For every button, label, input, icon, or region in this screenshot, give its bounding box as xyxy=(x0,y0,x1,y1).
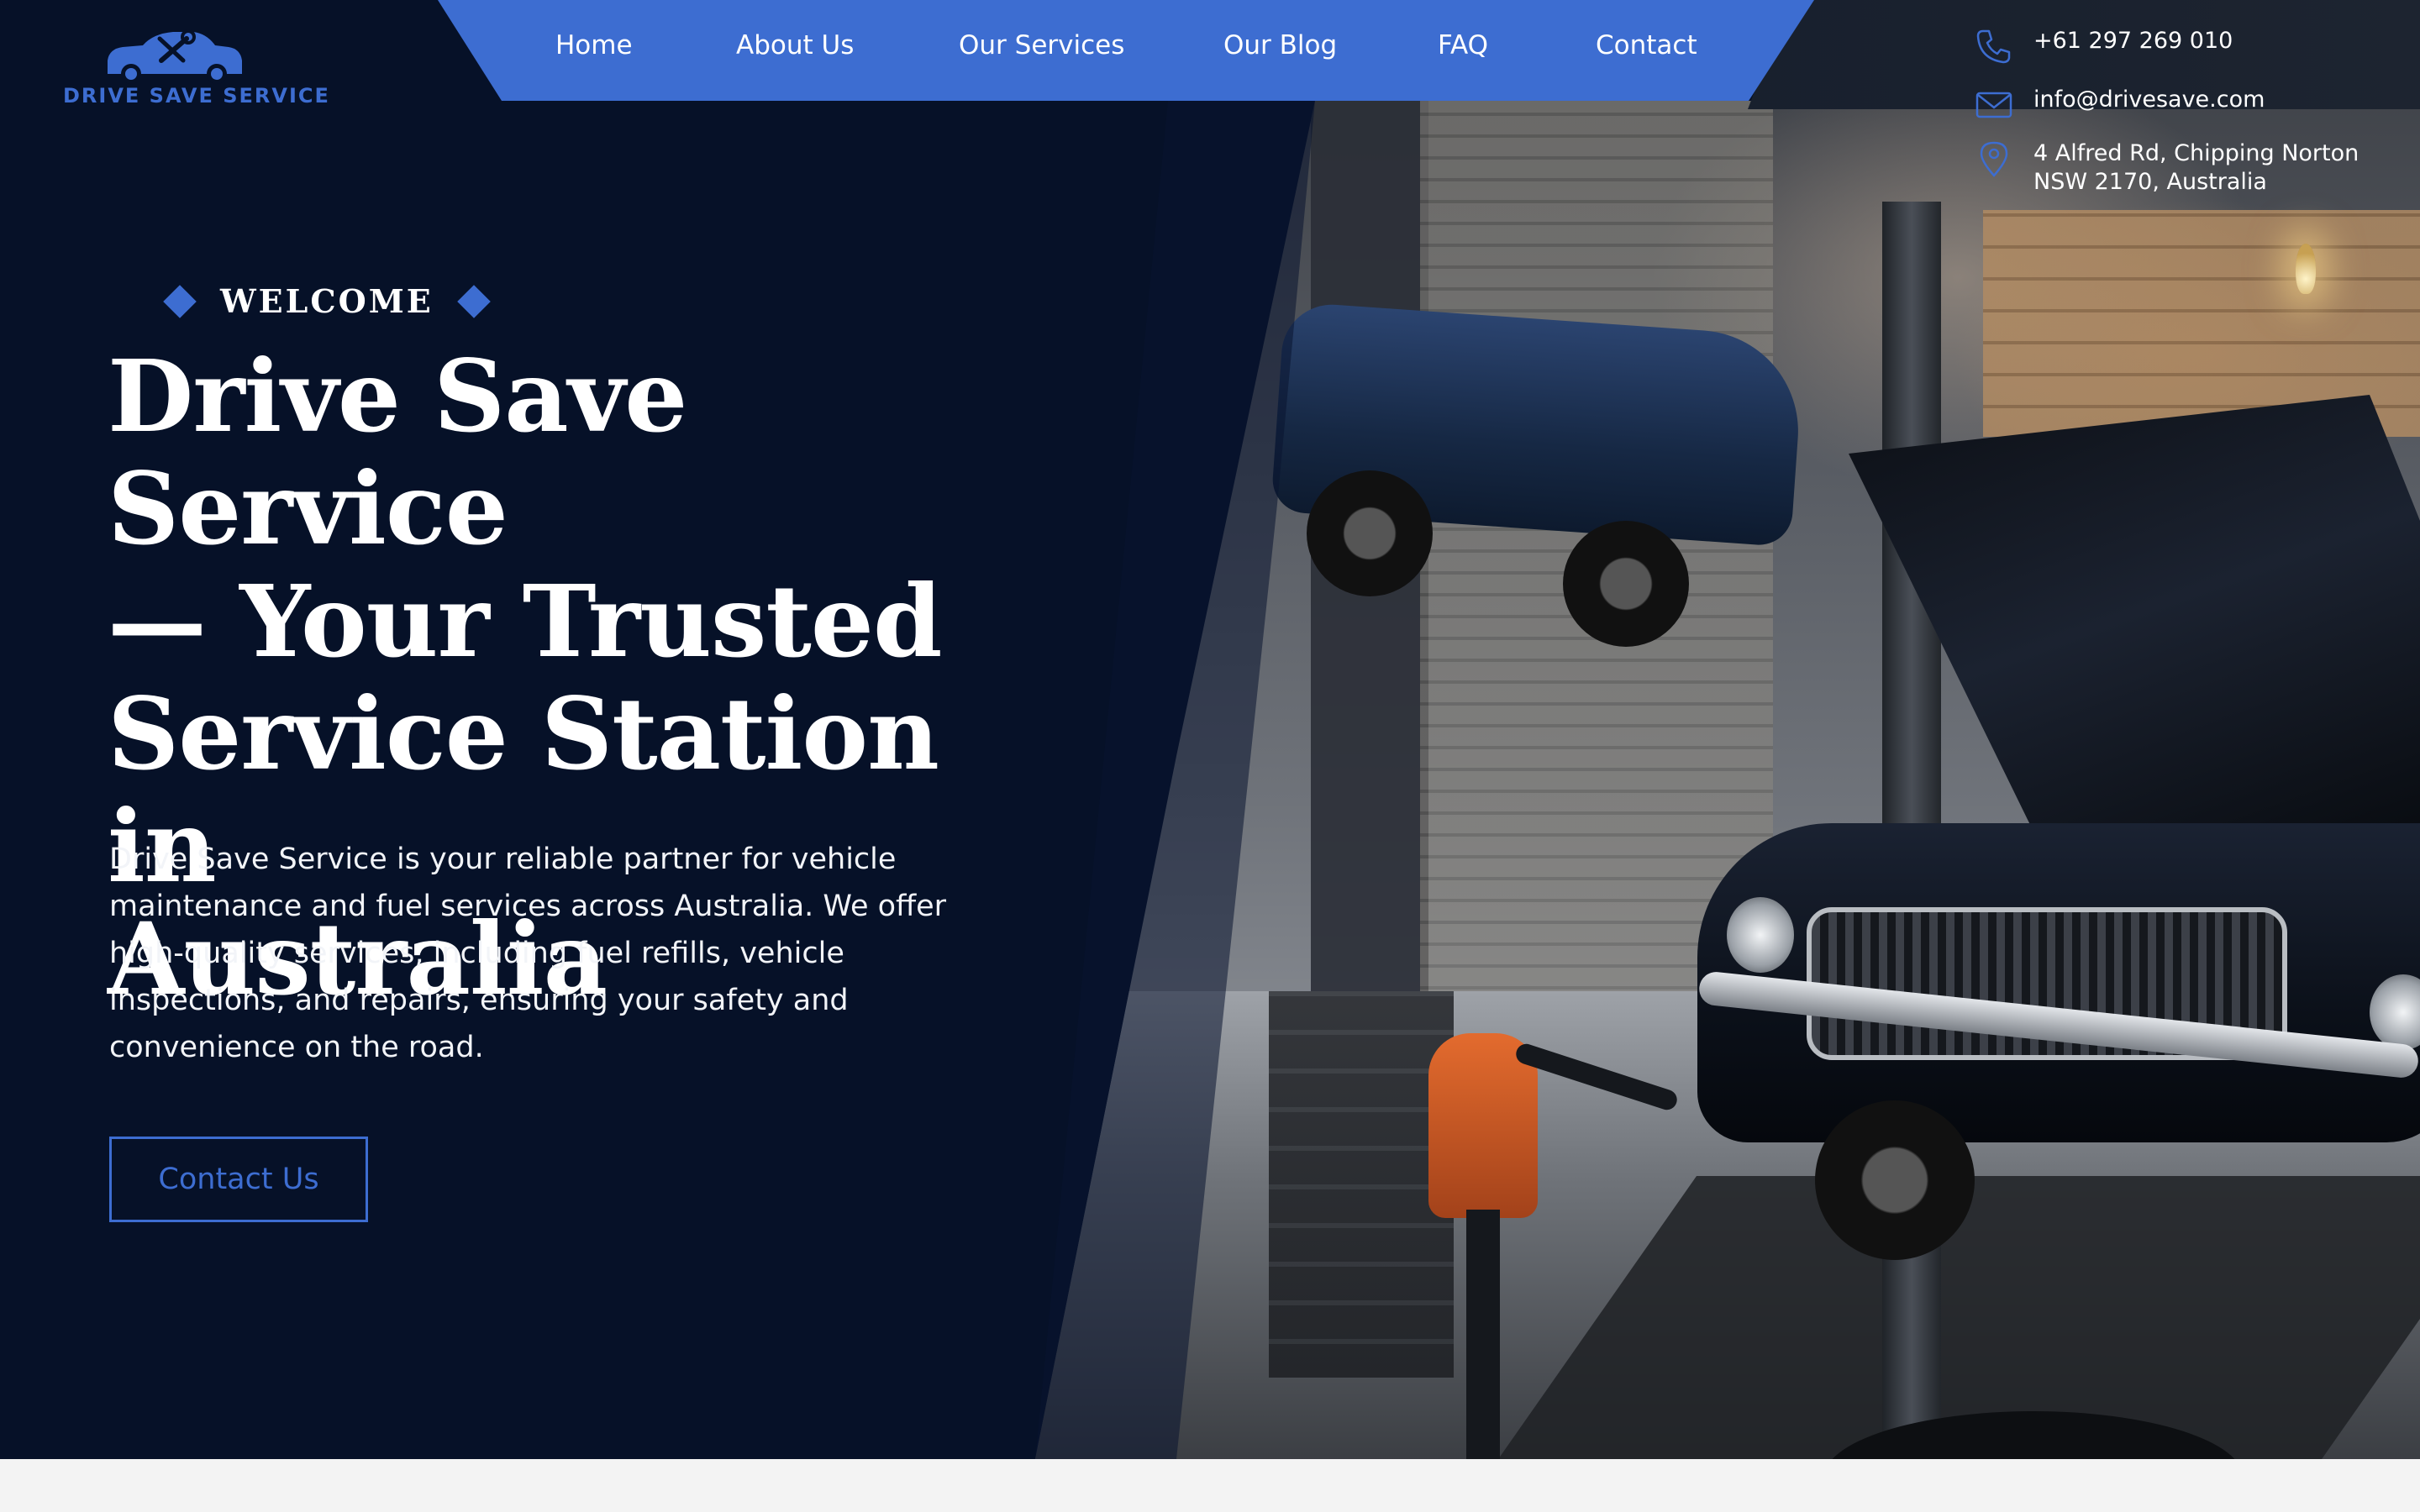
nav-about-us[interactable]: About Us xyxy=(736,30,854,60)
contact-info: +61 297 269 010 info@drivesave.com 4 Alf… xyxy=(1975,0,2420,218)
contact-phone[interactable]: +61 297 269 010 xyxy=(1975,27,2233,66)
headline-line: — Your Trusted xyxy=(108,563,943,680)
email-address: info@drivesave.com xyxy=(2033,87,2265,113)
brand-name: DRIVE SAVE SERVICE xyxy=(63,84,330,108)
mail-icon xyxy=(1975,92,2012,118)
address-text: 4 Alfred Rd, Chipping Norton NSW 2170, A… xyxy=(2033,139,2359,197)
hero-section: DRIVE SAVE SERVICE Home About Us Our Ser… xyxy=(0,0,2420,1459)
diamond-icon xyxy=(163,284,197,318)
page-bottom-strip xyxy=(0,1459,2420,1512)
description-line: high-quality services, including fuel re… xyxy=(109,937,844,970)
welcome-text: WELCOME xyxy=(220,282,434,320)
nav-home[interactable]: Home xyxy=(555,30,633,60)
address-line-2: NSW 2170, Australia xyxy=(2033,169,2267,195)
description-line: Drive Save Service is your reliable part… xyxy=(109,843,897,876)
brand-logo[interactable]: DRIVE SAVE SERVICE xyxy=(59,24,329,116)
headline-line: Drive Save Service xyxy=(108,338,687,567)
car-logo-icon xyxy=(108,29,242,84)
contact-us-button[interactable]: Contact Us xyxy=(109,1137,368,1222)
description-line: convenience on the road. xyxy=(109,1031,484,1064)
car-wheel xyxy=(1815,1100,1975,1260)
car-headlight xyxy=(1727,897,1794,973)
address-line-1: 4 Alfred Rd, Chipping Norton xyxy=(2033,140,2360,166)
phone-number: +61 297 269 010 xyxy=(2033,28,2233,54)
lifted-car-wheel xyxy=(1307,470,1433,596)
jack-stand xyxy=(1466,1210,1500,1459)
nav-our-blog[interactable]: Our Blog xyxy=(1223,30,1337,60)
welcome-eyebrow: WELCOME xyxy=(163,282,491,320)
diamond-icon xyxy=(456,284,491,318)
location-pin-icon xyxy=(1980,141,2008,177)
nav-faq[interactable]: FAQ xyxy=(1438,30,1488,60)
phone-icon xyxy=(1976,29,2011,64)
lifted-car-wheel xyxy=(1563,521,1689,647)
nav-our-services[interactable]: Our Services xyxy=(959,30,1124,60)
description-line: maintenance and fuel services across Aus… xyxy=(109,890,947,923)
tire-stack xyxy=(1269,991,1454,1378)
contact-email[interactable]: info@drivesave.com xyxy=(1975,86,2265,124)
ceiling-lamp xyxy=(2296,244,2316,294)
description-line: inspections, and repairs, ensuring your … xyxy=(109,984,849,1017)
contact-address[interactable]: 4 Alfred Rd, Chipping Norton NSW 2170, A… xyxy=(1975,139,2359,197)
nav-contact[interactable]: Contact xyxy=(1596,30,1697,60)
hero-description: Drive Save Service is your reliable part… xyxy=(109,836,992,1071)
main-nav: Home About Us Our Services Our Blog FAQ … xyxy=(438,0,1814,101)
